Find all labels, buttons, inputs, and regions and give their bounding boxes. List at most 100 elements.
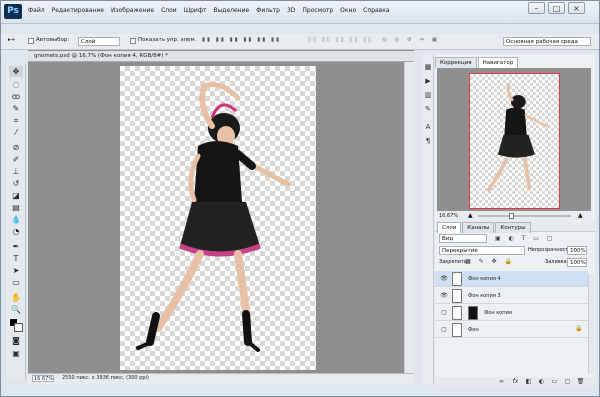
maximize-button[interactable]: □ [548, 2, 565, 14]
menu-file[interactable]: Файл [28, 7, 45, 14]
path-select-tool-button[interactable]: ➤ [9, 265, 23, 276]
layer-thumbnail [452, 289, 462, 303]
visibility-toggle-empty[interactable]: ▢ [440, 326, 448, 334]
minimize-button[interactable]: – [528, 2, 545, 14]
character-icon[interactable]: A [423, 122, 433, 132]
show-controls-checkbox[interactable] [130, 38, 136, 44]
gradient-tool-button[interactable]: ▤ [9, 202, 23, 213]
menu-help[interactable]: Справка [363, 7, 389, 14]
navigator-slider-knob[interactable] [509, 213, 514, 219]
3d-mode-icons[interactable]: ◎ ◎ ✣ ⇔ ▣ [382, 37, 440, 43]
zoom-out-icon[interactable]: ▲ [468, 212, 473, 219]
menu-window[interactable]: Окно [340, 7, 356, 14]
layer-name[interactable]: Фон [468, 327, 479, 333]
folder-icon[interactable]: ▭ [550, 377, 559, 386]
layer-name[interactable]: Фон копия [484, 310, 512, 316]
autoselect-label: Автовыбор: [36, 37, 70, 43]
lock-icon: 🔒 [575, 325, 583, 332]
shape-tool-button[interactable]: ▭ [9, 277, 23, 288]
eyedropper-tool-button[interactable]: ⁄ [9, 127, 23, 138]
show-controls-label: Показать упр. элем. [138, 37, 197, 43]
brush-tool-button[interactable]: ✐ [9, 154, 23, 165]
history-brush-tool-button[interactable]: ↺ [9, 178, 23, 189]
eye-icon[interactable]: 👁 [440, 292, 448, 300]
lock-icons[interactable]: ▦ ✎ ✥ 🔒 [465, 258, 515, 265]
photoshop-logo: Ps [4, 4, 22, 19]
actions-icon[interactable]: ▶ [423, 76, 433, 86]
fill-field[interactable]: 100% [567, 258, 587, 267]
menu-type[interactable]: Шрифт [184, 7, 207, 14]
trash-icon[interactable]: 🗑 [576, 377, 585, 386]
menu-view[interactable]: Просмотр [302, 7, 333, 14]
screen-mode-icon[interactable]: ▣ [9, 348, 23, 359]
blend-mode-select[interactable]: Перекрытие [439, 246, 525, 255]
zoom-in-icon[interactable]: ▲ [578, 212, 583, 219]
layer-kind-filter[interactable]: Вид [439, 234, 487, 243]
history-icon[interactable]: ▦ [423, 62, 433, 72]
tab-layers[interactable]: Слои [437, 221, 462, 233]
hand-tool-button[interactable]: ✋ [9, 292, 23, 303]
mask-icon[interactable]: ◧ [524, 377, 533, 386]
marquee-tool-button[interactable]: ◌ [9, 79, 23, 90]
layer-thumbnail [452, 306, 462, 320]
document-tab-title: gnomets.psd @ 16,7% (Фон копия 4, RGB/8#… [34, 53, 168, 59]
menu-layers[interactable]: Слои [161, 7, 177, 14]
distribute-icons[interactable]: ▯▯ ▯▯ ▯▯ ▯▯ ▯▯ [308, 37, 373, 43]
navigator-zoom-value[interactable]: 16.67% [439, 213, 458, 219]
menu-image[interactable]: Изображение [111, 7, 154, 14]
layer-mask-thumbnail[interactable] [468, 306, 478, 320]
tab-paths[interactable]: Контуры [495, 221, 531, 233]
dancer-figure [136, 82, 291, 352]
menu-bar: Файл Редактирование Изображение Слои Шри… [28, 7, 390, 14]
brushes-icon[interactable]: ✎ [423, 104, 433, 114]
background-color-swatch[interactable] [14, 323, 23, 332]
lasso-tool-button[interactable]: ꝏ [9, 91, 23, 102]
layer-name[interactable]: Фон копия 3 [468, 293, 501, 299]
type-tool-button[interactable]: T [9, 253, 23, 264]
pen-tool-button[interactable]: ✒ [9, 241, 23, 252]
navigator-view-box[interactable] [469, 73, 560, 209]
stamp-tool-button[interactable]: ⊥ [9, 166, 23, 177]
move-tool-icon[interactable]: ▸+ [8, 37, 15, 43]
quick-select-tool-button[interactable]: ✎ [9, 103, 23, 114]
layer-thumbnail [452, 323, 462, 337]
crop-tool-button[interactable]: ⌗ [9, 115, 23, 126]
visibility-toggle-empty[interactable]: ▢ [440, 309, 448, 317]
eye-icon[interactable]: 👁 [440, 275, 448, 283]
navigator-zoom-slider[interactable] [478, 215, 571, 217]
canvas-vertical-scrollbar[interactable] [404, 62, 414, 373]
autoselect-select[interactable]: Слой [78, 37, 120, 46]
close-button[interactable]: × [568, 2, 585, 14]
layers-scrollbar[interactable] [588, 274, 594, 374]
swatches-icon[interactable]: ▥ [423, 90, 433, 100]
tab-channels[interactable]: Каналы [462, 221, 495, 233]
image-canvas[interactable] [120, 66, 316, 370]
menu-3d[interactable]: 3D [287, 7, 295, 14]
menu-select[interactable]: Выделение [213, 7, 249, 14]
zoom-field[interactable]: 16.67% [32, 375, 54, 382]
link-icon[interactable]: ∞ [497, 377, 506, 386]
quick-mask-icon[interactable]: ◙ [9, 335, 23, 346]
filter-icons[interactable]: ▣ ◐ T ▭ ▢ [495, 235, 556, 242]
align-icons[interactable]: ▮▮ ▮▮ ▮▮ ▮▮ ▮▮ ▮▮ [202, 37, 281, 43]
dodge-tool-button[interactable]: ◔ [9, 226, 23, 237]
move-tool-button[interactable]: ✥ [9, 66, 23, 77]
layer-thumbnail [452, 272, 462, 286]
zoom-tool-button[interactable]: 🔍 [9, 304, 23, 315]
blur-tool-button[interactable]: 💧 [9, 214, 23, 225]
healing-tool-button[interactable]: ⊘ [9, 142, 23, 153]
eraser-tool-button[interactable]: ◪ [9, 190, 23, 201]
adjustment-icon[interactable]: ◐ [537, 377, 546, 386]
new-layer-icon[interactable]: ▢ [563, 377, 572, 386]
tab-correction[interactable]: Коррекция [435, 56, 477, 68]
layer-name[interactable]: Фон копия 4 [468, 276, 501, 282]
tab-navigator[interactable]: Навигатор [477, 56, 519, 68]
fx-icon[interactable]: fx [511, 377, 520, 386]
autoselect-checkbox[interactable] [28, 38, 34, 44]
paragraph-icon[interactable]: ¶ [423, 136, 433, 146]
menu-filter[interactable]: Фильтр [256, 7, 280, 14]
opacity-field[interactable]: 100% [567, 246, 587, 255]
workspace-select[interactable]: Основная рабочая среда [503, 37, 591, 46]
layers-tabs: Слои Каналы Контуры [437, 221, 532, 233]
menu-edit[interactable]: Редактирование [52, 7, 104, 14]
